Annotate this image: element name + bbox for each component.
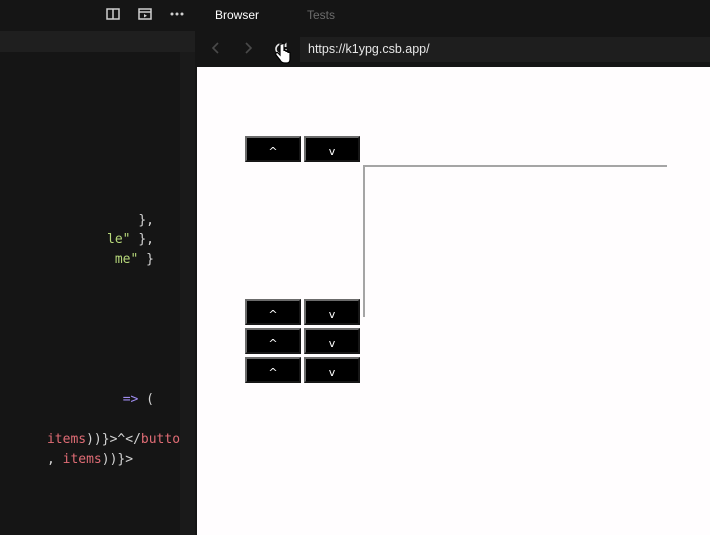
- hand-cursor-icon: [274, 42, 292, 66]
- button-row: ^ v: [245, 328, 363, 356]
- move-down-button[interactable]: v: [304, 299, 360, 325]
- button-row: ^ v: [245, 136, 363, 164]
- code-token: me": [114, 252, 139, 267]
- code-token: (: [138, 392, 154, 407]
- code-token: }: [138, 252, 154, 267]
- forward-arrow-icon[interactable]: [239, 40, 257, 58]
- url-bar[interactable]: https://k1ypg.csb.app/: [300, 37, 710, 62]
- code-token: items: [62, 452, 102, 467]
- code-token: =>: [122, 392, 139, 407]
- code-line: me" }: [68, 236, 154, 284]
- editor-scrollbar[interactable]: [180, 52, 195, 535]
- tab-browser[interactable]: Browser: [215, 8, 259, 22]
- browser-pane: Browser Tests https://k1ypg.csb.app/ ^ v…: [195, 0, 710, 535]
- divider-line: [365, 165, 667, 167]
- move-up-button[interactable]: ^: [245, 136, 301, 162]
- move-down-button[interactable]: v: [304, 136, 360, 162]
- move-up-button[interactable]: ^: [245, 299, 301, 325]
- move-down-button[interactable]: v: [304, 357, 360, 383]
- back-arrow-icon[interactable]: [207, 40, 225, 58]
- divider-line: [363, 165, 365, 317]
- code-token: button: [140, 432, 180, 447]
- preview-frame: ^ v ^ v ^ v ^ v: [197, 67, 710, 535]
- button-row: ^ v: [245, 357, 363, 385]
- url-text[interactable]: https://k1ypg.csb.app/: [308, 42, 430, 56]
- code-editor-pane: }, le" }, me" } => ( items))}>^</button>…: [0, 0, 195, 535]
- code-area[interactable]: }, le" }, me" } => ( items))}>^</button>…: [0, 0, 180, 535]
- code-token: ))}>: [101, 452, 134, 467]
- code-token: ,: [46, 452, 63, 467]
- code-line: , items))}>: [0, 436, 133, 484]
- browser-tab-bar: Browser Tests: [195, 0, 710, 31]
- move-down-button[interactable]: v: [304, 328, 360, 354]
- button-row: ^ v: [245, 299, 363, 327]
- move-up-button[interactable]: ^: [245, 328, 301, 354]
- move-up-button[interactable]: ^: [245, 357, 301, 383]
- tab-tests[interactable]: Tests: [307, 8, 335, 22]
